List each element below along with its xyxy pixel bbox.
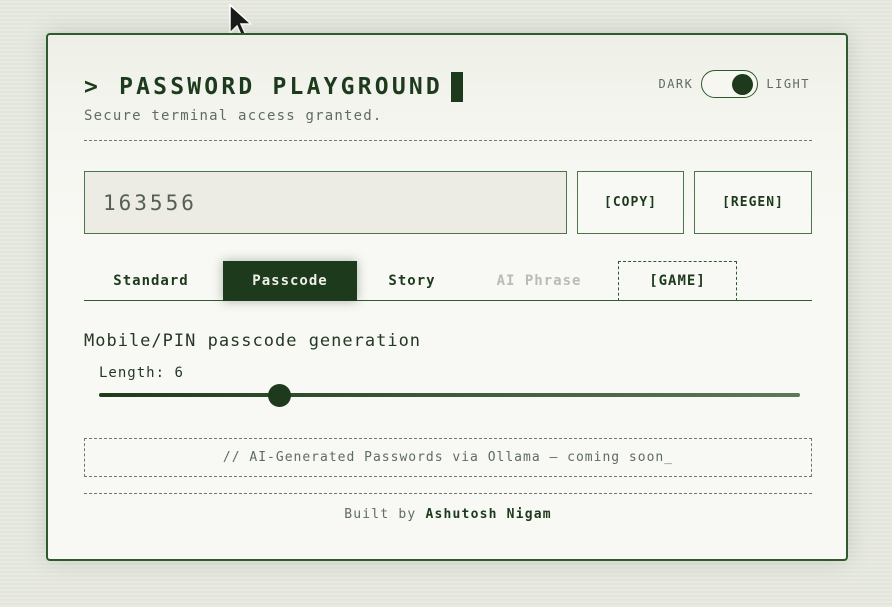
prompt-symbol: > bbox=[84, 74, 102, 100]
footer: Built by Ashutosh Nigam bbox=[84, 507, 812, 522]
mode-title: Mobile/PIN passcode generation bbox=[84, 331, 422, 351]
theme-light-label: LIGHT bbox=[766, 77, 810, 91]
coming-soon-notice: // AI-Generated Passwords via Ollama — c… bbox=[84, 438, 812, 477]
tab-ai-phrase: AI Phrase bbox=[496, 273, 582, 289]
length-label: Length: 6 bbox=[99, 365, 184, 381]
footer-divider bbox=[84, 493, 812, 494]
terminal-caret-icon bbox=[450, 72, 463, 102]
password-card: > PASSWORD PLAYGROUND Secure terminal ac… bbox=[46, 33, 848, 561]
tab-standard[interactable]: Standard bbox=[84, 261, 218, 301]
tab-game[interactable]: [GAME] bbox=[618, 261, 737, 301]
length-label-text: Length: bbox=[99, 365, 166, 381]
tab-story[interactable]: Story bbox=[364, 261, 460, 301]
theme-dark-label: DARK bbox=[658, 77, 694, 91]
theme-switch-knob bbox=[732, 74, 754, 95]
app-title: PASSWORD PLAYGROUND bbox=[119, 74, 443, 100]
regen-button[interactable]: [REGEN] bbox=[694, 171, 812, 234]
subtitle: Secure terminal access granted. bbox=[84, 108, 383, 124]
footer-author: Ashutosh Nigam bbox=[425, 507, 552, 522]
theme-switch[interactable] bbox=[701, 70, 759, 98]
tab-passcode[interactable]: Passcode bbox=[223, 261, 357, 301]
length-slider-track[interactable] bbox=[99, 393, 800, 397]
header-divider bbox=[84, 140, 812, 141]
password-value: 163556 bbox=[103, 190, 197, 215]
page-title: > PASSWORD PLAYGROUND bbox=[84, 71, 463, 103]
theme-toggle: DARK LIGHT bbox=[658, 70, 810, 98]
length-value: 6 bbox=[174, 365, 184, 381]
length-slider-thumb[interactable] bbox=[267, 384, 291, 407]
mode-tabs: Standard Passcode Story AI Phrase [GAME] bbox=[84, 261, 812, 301]
length-slider[interactable] bbox=[99, 384, 800, 407]
copy-button[interactable]: [COPY] bbox=[577, 171, 684, 234]
footer-prefix: Built by bbox=[344, 507, 417, 522]
password-output[interactable]: 163556 bbox=[84, 171, 567, 234]
